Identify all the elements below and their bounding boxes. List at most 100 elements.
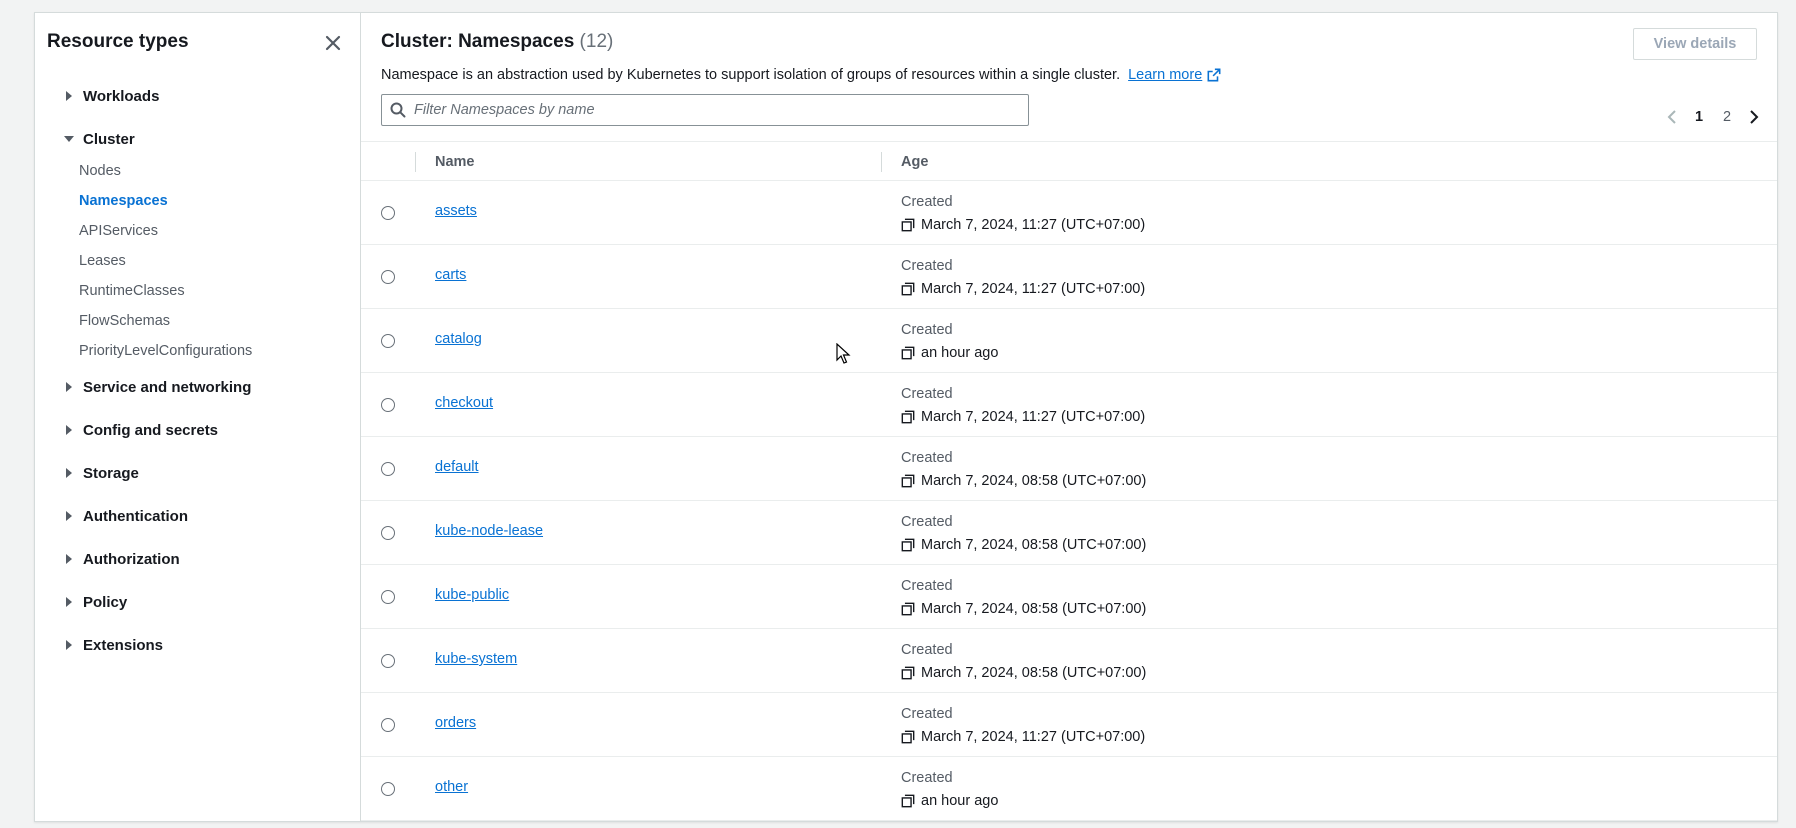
description-text: Namespace is an abstraction used by Kube… — [381, 67, 1121, 83]
table-row[interactable]: default Created March 7, 2024, 08:58 (UTC+… — [361, 437, 1777, 501]
namespace-link[interactable]: carts — [435, 267, 466, 283]
sidebar-item-flowschemas[interactable]: FlowSchemas — [79, 306, 360, 336]
namespace-link[interactable]: catalog — [435, 331, 482, 347]
age-cell: Created March 7, 2024, 08:58 (UTC+07:00) — [901, 448, 1146, 492]
table-row[interactable]: orders Created March 7, 2024, 11:27 (UTC+0… — [361, 693, 1777, 757]
age-value: March 7, 2024, 11:27 (UTC+07:00) — [901, 726, 1145, 748]
filter-namespaces-input[interactable] — [414, 102, 994, 118]
namespace-link[interactable]: default — [435, 459, 479, 475]
namespace-link[interactable]: kube-public — [435, 587, 509, 603]
sidebar-group-extensions: Extensions — [35, 632, 360, 675]
sidebar-group-label: Authentication — [83, 507, 188, 525]
sidebar-group-toggle-storage[interactable]: Storage — [61, 460, 139, 486]
sidebar-item-prioritylevelconfigurations[interactable]: PriorityLevelConfigurations — [79, 336, 360, 366]
sidebar-item-leases[interactable]: Leases — [79, 246, 360, 276]
table-row[interactable]: catalog Created an hour ago — [361, 309, 1777, 373]
age-value: March 7, 2024, 11:27 (UTC+07:00) — [901, 278, 1145, 300]
filter-search-box[interactable] — [381, 94, 1029, 126]
sidebar-group-toggle-config-and-secrets[interactable]: Config and secrets — [61, 417, 218, 443]
row-select-radio[interactable] — [381, 462, 395, 476]
age-text: March 7, 2024, 08:58 (UTC+07:00) — [921, 537, 1147, 553]
table-row[interactable]: kube-system Created March 7, 2024, 08:58 (… — [361, 629, 1777, 693]
sidebar-group-toggle-authentication[interactable]: Authentication — [61, 503, 188, 529]
sidebar-group-storage: Storage — [35, 460, 360, 503]
sidebar-group-label: Storage — [83, 464, 139, 482]
age-text: March 7, 2024, 11:27 (UTC+07:00) — [921, 729, 1146, 745]
created-label: Created — [901, 322, 953, 338]
sidebar-item-nodes[interactable]: Nodes — [79, 156, 360, 186]
age-text: March 7, 2024, 08:58 (UTC+07:00) — [921, 665, 1147, 681]
age-cell: Created March 7, 2024, 11:27 (UTC+07:00) — [901, 384, 1145, 428]
view-details-button[interactable]: View details — [1633, 28, 1757, 60]
age-cell: Created March 7, 2024, 08:58 (UTC+07:00) — [901, 640, 1146, 684]
table-row[interactable]: kube-node-lease Created March 7, 2024, 08:… — [361, 501, 1777, 565]
sidebar-group-label: Config and secrets — [83, 421, 219, 439]
sidebar-title: Resource types — [47, 31, 189, 52]
caret-right-icon — [61, 422, 77, 438]
row-select-radio[interactable] — [381, 718, 395, 732]
created-label: Created — [901, 514, 953, 530]
age-text: an hour ago — [921, 793, 999, 809]
namespace-link[interactable]: orders — [435, 715, 476, 731]
sidebar-group-label: Cluster — [83, 130, 135, 148]
namespace-link[interactable]: kube-system — [435, 651, 517, 667]
resource-types-sidebar: Resource types Workloads Cluster Nodes N… — [35, 13, 361, 821]
row-select-radio[interactable] — [381, 590, 395, 604]
column-header-age[interactable]: Age — [901, 142, 928, 182]
next-page-button[interactable] — [1741, 105, 1767, 129]
row-select-radio[interactable] — [381, 526, 395, 540]
sidebar-group-toggle-extensions[interactable]: Extensions — [61, 632, 163, 658]
copy-icon — [901, 602, 915, 616]
previous-page-button[interactable] — [1659, 105, 1685, 129]
sidebar-group-toggle-policy[interactable]: Policy — [61, 589, 127, 615]
table-row[interactable]: assets Created March 7, 2024, 11:27 (UTC+0… — [361, 181, 1777, 245]
page-2-button[interactable]: 2 — [1713, 105, 1741, 129]
namespace-link[interactable]: checkout — [435, 395, 493, 411]
namespace-link[interactable]: assets — [435, 203, 477, 219]
close-icon[interactable] — [323, 33, 343, 53]
age-value: March 7, 2024, 08:58 (UTC+07:00) — [901, 470, 1146, 492]
sidebar-item-namespaces[interactable]: Namespaces — [79, 186, 360, 216]
row-select-radio[interactable] — [381, 654, 395, 668]
row-select-radio[interactable] — [381, 270, 395, 284]
pagination: 1 2 — [1659, 105, 1767, 129]
table-row[interactable]: kube-public Created March 7, 2024, 08:58 (… — [361, 565, 1777, 629]
column-header-name[interactable]: Name — [435, 142, 475, 182]
page-1-button[interactable]: 1 — [1685, 105, 1713, 129]
namespace-link[interactable]: other — [435, 779, 468, 795]
copy-icon — [901, 474, 915, 488]
table-row[interactable]: other Created an hour ago — [361, 757, 1777, 821]
sidebar-group-toggle-cluster[interactable]: Cluster — [61, 126, 386, 152]
age-cell: Created March 7, 2024, 08:58 (UTC+07:00) — [901, 576, 1146, 620]
sidebar-item-runtimeclasses[interactable]: RuntimeClasses — [79, 276, 360, 306]
sidebar-group-toggle-service-and-networking[interactable]: Service and networking — [61, 374, 251, 400]
table-header: Name Age — [361, 141, 1777, 181]
age-text: March 7, 2024, 11:27 (UTC+07:00) — [921, 409, 1146, 425]
namespace-link[interactable]: kube-node-lease — [435, 523, 543, 539]
sidebar-item-apiservices[interactable]: APIServices — [79, 216, 360, 246]
age-cell: Created March 7, 2024, 11:27 (UTC+07:00) — [901, 704, 1145, 748]
chevron-left-icon — [1667, 110, 1676, 124]
learn-more-link[interactable]: Learn more — [1128, 67, 1221, 83]
age-cell: Created an hour ago — [901, 320, 998, 364]
chevron-right-icon — [1750, 110, 1759, 124]
copy-icon — [901, 666, 915, 680]
sidebar-group-label: Authorization — [83, 550, 180, 568]
table-row[interactable]: carts Created March 7, 2024, 11:27 (UTC+07… — [361, 245, 1777, 309]
row-select-radio[interactable] — [381, 206, 395, 220]
column-divider[interactable] — [881, 152, 882, 172]
sidebar-group-toggle-authorization[interactable]: Authorization — [61, 546, 180, 572]
sidebar-group-label: Extensions — [83, 636, 164, 654]
table-row[interactable]: checkout Created March 7, 2024, 11:27 (UTC… — [361, 373, 1777, 437]
sidebar-group-config-and-secrets: Config and secrets — [35, 417, 360, 460]
row-select-radio[interactable] — [381, 398, 395, 412]
created-label: Created — [901, 386, 953, 402]
sidebar-group-label: Service and networking — [83, 378, 252, 396]
sidebar-group-toggle-workloads[interactable]: Workloads — [61, 83, 159, 109]
row-select-radio[interactable] — [381, 782, 395, 796]
caret-right-icon — [61, 594, 77, 610]
namespaces-table: Name Age assets Created March 7, 2024, 11:… — [361, 141, 1777, 821]
row-select-radio[interactable] — [381, 334, 395, 348]
age-text: March 7, 2024, 11:27 (UTC+07:00) — [921, 281, 1146, 297]
caret-down-icon — [61, 131, 77, 147]
